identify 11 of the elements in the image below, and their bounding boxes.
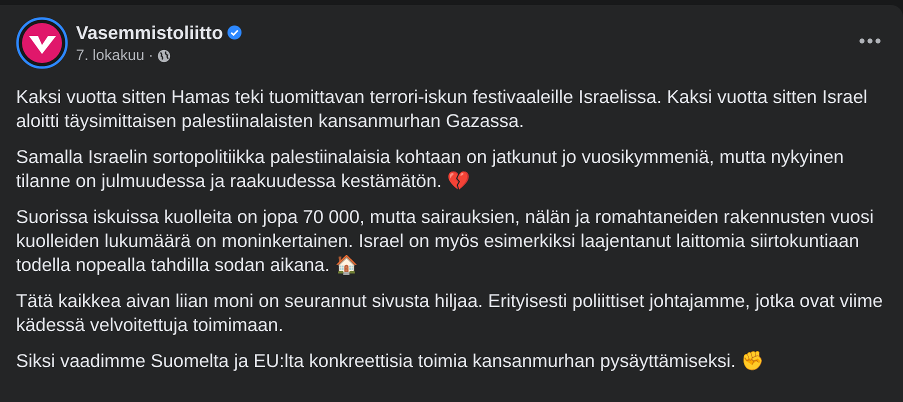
- post-paragraph: Tätä kaikkea aivan liian moni on seurannut sivusta hiljaa. Erityisesti poliittiset johtajamme, jotka ovat viime kädessä velvoitettuja toimimaan.: [16, 290, 883, 335]
- post-paragraph: Suorissa iskuissa kuolleita on jopa 70 000, mutta sairauksien, nälän ja romahtaneiden rakennusten vuosi kuolleiden lukumäärä on moninkertainen. Israel on myös esimerkiksi laajentanut laittomia siirtokuntiaan todella nopealla tahdilla sodan aikana. 🏠: [16, 206, 874, 275]
- avatar-icon[interactable]: [16, 17, 68, 69]
- post-paragraph: Kaksi vuotta sitten Hamas teki tuomittavan terrori-iskun festivaaleille Israelissa. Kaksi vuotta sitten Israel aloitti täysimittaisen palestiinalaisten kansanmurhan Gazassa.: [16, 86, 868, 131]
- post-date[interactable]: 7. lokakuu: [76, 45, 144, 68]
- more-options-icon: [859, 38, 881, 44]
- separator-dot: ·: [148, 46, 154, 66]
- author-name[interactable]: Vasemmistoliitto: [76, 22, 224, 44]
- post-paragraph: Siksi vaadimme Suomelta ja EU:lta konkreettisia toimia kansanmurhan pysäyttämiseksi. ✊: [16, 350, 764, 371]
- post-paragraph: Samalla Israelin sortopolitiikka palestiinalaisia kohtaan on jatkunut jo vuosikymmeniä, mutta nykyinen tilanne on julmuudessa ja raakuudessa kestämätön. 💔: [16, 146, 844, 191]
- globe-icon: [157, 49, 172, 64]
